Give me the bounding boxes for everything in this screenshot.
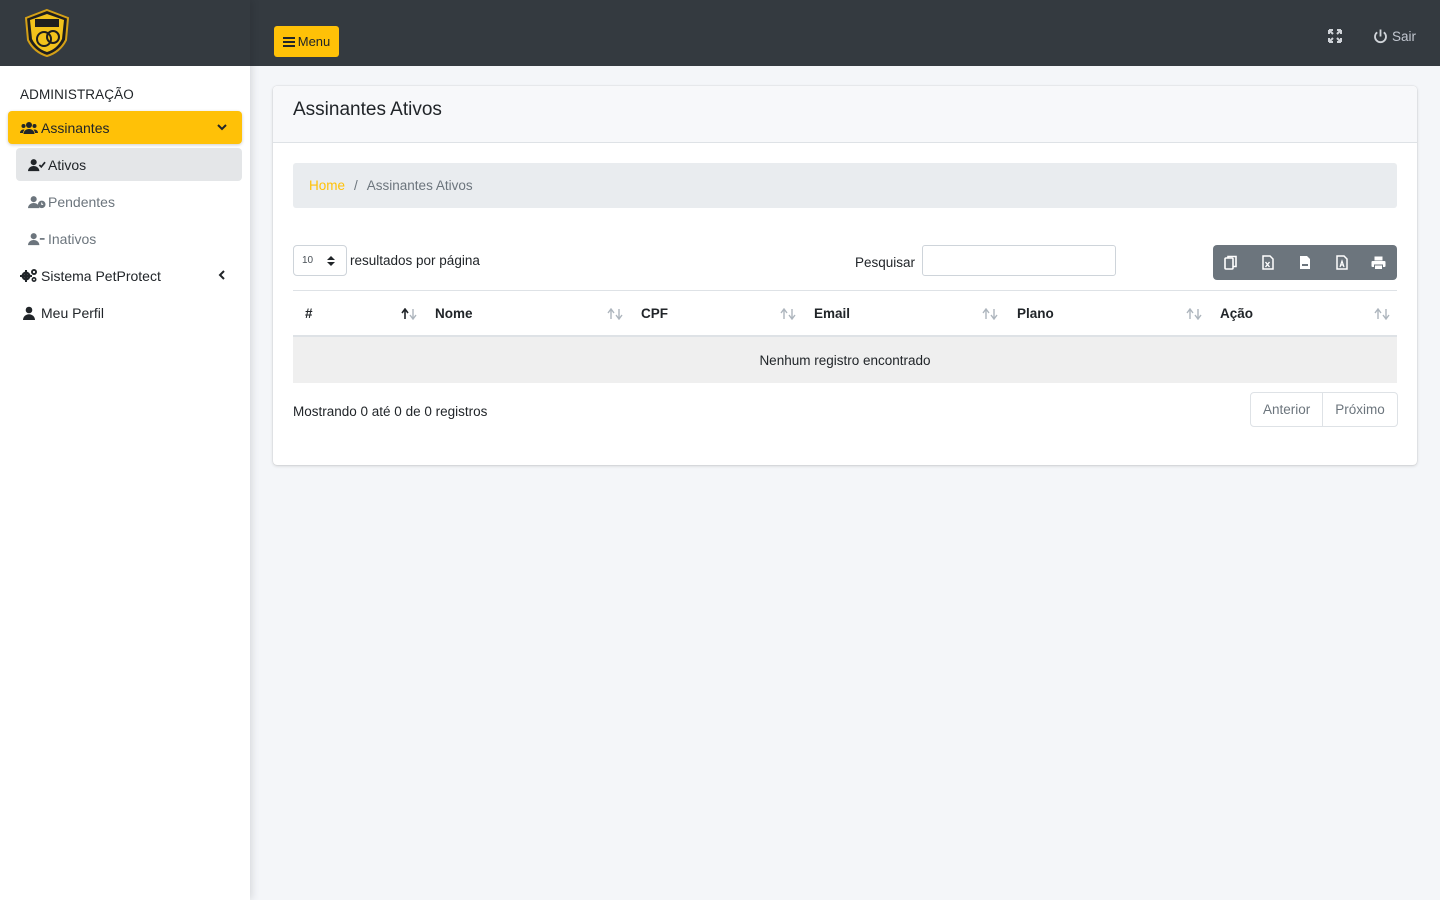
sidebar-item-assinantes[interactable]: Assinantes [8, 111, 242, 144]
sort-icon[interactable] [982, 308, 998, 320]
column-header-acao[interactable]: Ação [1220, 291, 1253, 336]
subscribers-table: # Nome CPF Email Plano Ação Nenhum regis… [293, 290, 1397, 383]
user-minus-icon [28, 231, 46, 247]
search-label: Pesquisar [855, 254, 916, 270]
card-header: Assinantes Ativos [273, 86, 1417, 143]
sidebar-item-ativos[interactable]: Ativos [16, 148, 242, 181]
menu-toggle-button[interactable]: Menu [274, 26, 339, 57]
pagination-next-button[interactable]: Próximo [1322, 393, 1397, 426]
user-check-icon [28, 157, 46, 173]
page-length-select[interactable]: 10 [293, 245, 347, 276]
export-buttons [1213, 245, 1397, 280]
sidebar-item-label: Sistema PetProtect [41, 267, 161, 284]
breadcrumb-home-link[interactable]: Home [309, 178, 345, 193]
sidebar-subitem-label: Inativos [48, 230, 97, 247]
top-navbar: Menu Sair [250, 0, 1440, 66]
sort-select-icon [327, 256, 335, 266]
breadcrumb: Home / Assinantes Ativos [293, 163, 1397, 208]
sidebar-subitem-label: Ativos [48, 156, 87, 173]
table-header: # Nome CPF Email Plano Ação [293, 290, 1397, 337]
page-title: Assinantes Ativos [293, 99, 442, 120]
column-header-email[interactable]: Email [814, 291, 850, 336]
pagination-prev-button[interactable]: Anterior [1251, 393, 1322, 426]
csv-icon [1299, 256, 1310, 269]
section-header: ADMINISTRAÇÃO [20, 87, 134, 102]
logout-button[interactable]: Sair [1373, 26, 1416, 46]
sidebar-item-inativos[interactable]: Inativos [16, 222, 242, 255]
sidebar-nav: ADMINISTRAÇÃO Assinantes Ativos Pendente… [0, 66, 250, 329]
page-length-control: 10 resultados por página [293, 245, 480, 276]
sidebar-item-meu-perfil[interactable]: Meu Perfil [8, 296, 242, 329]
sidebar-item-label: Meu Perfil [41, 304, 105, 321]
pdf-button[interactable] [1323, 245, 1360, 280]
sidebar-item-pendentes[interactable]: Pendentes [16, 185, 242, 218]
column-header-nome[interactable]: Nome [435, 291, 473, 336]
bars-icon [282, 36, 295, 47]
search-input[interactable] [922, 245, 1117, 276]
menu-label: Menu [297, 34, 331, 49]
page-length-value: 10 [302, 255, 314, 266]
pdf-icon [1336, 255, 1348, 270]
user-icon [20, 305, 38, 321]
users-icon [20, 120, 38, 136]
sort-icon[interactable] [607, 308, 623, 320]
sidebar-subitem-label: Pendentes [48, 193, 115, 210]
assinantes-submenu: Ativos Pendentes Inativos [8, 148, 242, 255]
sort-icon[interactable] [1186, 308, 1202, 320]
cogs-icon [20, 268, 38, 284]
sort-asc-icon[interactable] [401, 308, 417, 320]
excel-icon [1262, 255, 1274, 270]
sort-icon[interactable] [1374, 308, 1390, 320]
print-icon [1371, 256, 1386, 270]
brand [0, 0, 250, 66]
search-control: Pesquisar [855, 245, 1117, 276]
main-card: Assinantes Ativos Home / Assinantes Ativ… [273, 86, 1417, 465]
copy-button[interactable] [1213, 245, 1250, 280]
sidebar-item-sistema[interactable]: Sistema PetProtect [8, 259, 242, 292]
sidebar: ADMINISTRAÇÃO Assinantes Ativos Pendente… [0, 0, 250, 900]
breadcrumb-separator: / [354, 178, 358, 193]
print-button[interactable] [1360, 245, 1397, 280]
page-length-label: resultados por página [350, 253, 480, 268]
column-header-number[interactable]: # [305, 291, 313, 336]
chevron-left-icon [218, 270, 225, 280]
excel-button[interactable] [1250, 245, 1287, 280]
csv-button[interactable] [1287, 245, 1324, 280]
copy-icon [1224, 255, 1238, 270]
user-clock-icon [28, 194, 46, 210]
table-empty-row: Nenhum registro encontrado [293, 337, 1397, 383]
logout-label: Sair [1392, 28, 1417, 44]
table-info: Mostrando 0 até 0 de 0 registros [293, 404, 488, 419]
power-off-icon [1374, 29, 1387, 43]
column-header-cpf[interactable]: CPF [641, 291, 668, 336]
column-header-plano[interactable]: Plano [1017, 291, 1054, 336]
petprotect-logo-icon[interactable] [22, 8, 72, 58]
sort-icon[interactable] [780, 308, 796, 320]
chevron-down-icon [217, 124, 227, 131]
expand-arrows-icon[interactable] [1326, 27, 1344, 45]
pagination: Anterior Próximo [1250, 392, 1398, 427]
sidebar-item-label: Assinantes [41, 119, 110, 136]
breadcrumb-current: Assinantes Ativos [366, 178, 473, 193]
